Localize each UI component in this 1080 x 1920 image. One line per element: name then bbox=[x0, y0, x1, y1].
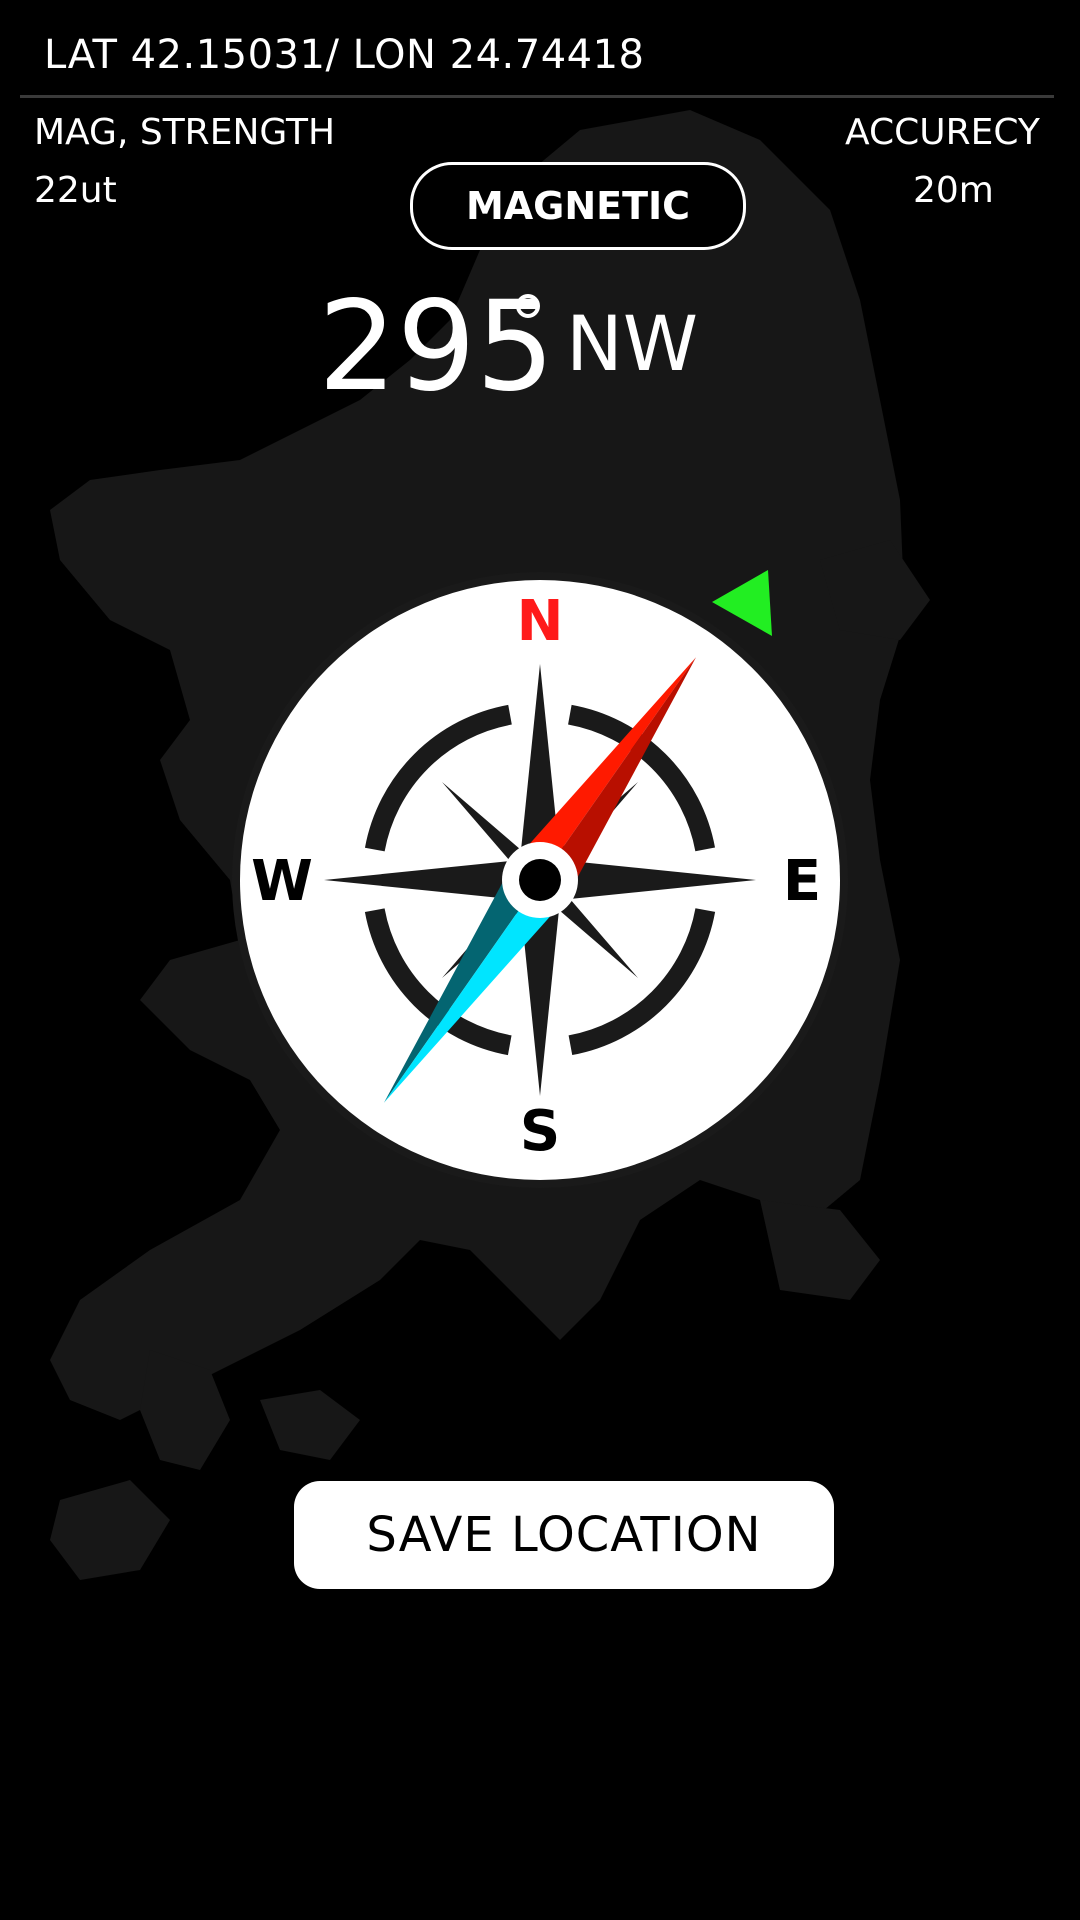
magnetic-mode-button[interactable]: MAGNETIC bbox=[410, 162, 746, 250]
header-divider bbox=[20, 95, 1054, 98]
bearing-marker-icon bbox=[712, 570, 772, 636]
accuracy-label: ACCURECY bbox=[845, 112, 1040, 153]
magnetic-strength-label: MAG, STRENGTH bbox=[34, 112, 336, 153]
accuracy-value: 20m bbox=[913, 170, 994, 211]
coordinates-readout: LAT 42.15031/ LON 24.74418 bbox=[44, 32, 645, 78]
degree-symbol-icon bbox=[516, 294, 540, 318]
magnetic-strength-value: 22ut bbox=[34, 170, 117, 211]
heading-direction: NW bbox=[566, 299, 698, 388]
east-label: E bbox=[783, 849, 821, 914]
south-label: S bbox=[520, 1099, 560, 1164]
needle-pivot-center bbox=[519, 859, 561, 901]
save-location-button[interactable]: SAVE LOCATION bbox=[294, 1481, 834, 1589]
compass-screen: LAT 42.15031/ LON 24.74418 MAG, STRENGTH… bbox=[0, 0, 1080, 1920]
north-label: N bbox=[517, 589, 564, 654]
west-label: W bbox=[251, 849, 313, 914]
compass-dial: N S W E bbox=[232, 570, 848, 1188]
